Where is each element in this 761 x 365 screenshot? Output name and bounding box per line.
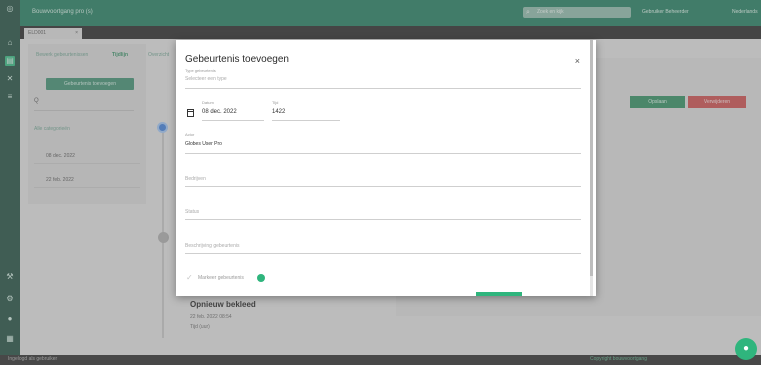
info-icon[interactable] [257,274,265,282]
calendar-icon[interactable] [187,109,194,117]
dialog-scrollbar-thumb[interactable] [590,40,593,276]
mark-event-checkbox[interactable]: ✓ [186,274,194,282]
date-value: 08 dec. 2022 [202,109,237,115]
time-label: Tijd [272,100,279,105]
description-field[interactable]: Beschrijving gebeurtenis [185,237,581,254]
event-type-select[interactable]: Type gebeurtenis Selecteer een type [185,66,581,89]
chat-icon[interactable]: ● [735,338,757,360]
add-event-dialog: Gebeurtenis toevoegen × Type gebeurtenis… [176,40,596,296]
mark-event-label: Markeer gebeurtenis [198,275,244,281]
actor-label: Actor [185,132,195,137]
date-label: Datum [202,100,214,105]
status-field[interactable]: Status [185,203,581,220]
time-value: 1422 [272,109,286,115]
actor-value: Globes User Pro [185,141,222,147]
status-placeholder: Status [185,209,200,215]
event-type-placeholder: Selecteer een type [185,76,227,82]
description-placeholder: Beschrijving gebeurtenis [185,243,240,249]
dialog-title: Gebeurtenis toevoegen [185,54,289,65]
actor-field[interactable]: Actor Globes User Pro [185,132,581,154]
close-icon[interactable]: × [575,56,580,66]
dialog-save-button[interactable] [476,292,522,296]
event-type-label: Type gebeurtenis [185,68,216,73]
companies-placeholder: Bedrijven [185,176,206,182]
date-field[interactable]: Datum 08 dec. 2022 [202,100,264,121]
time-field[interactable]: Tijd 1422 [272,100,340,121]
companies-field[interactable]: Bedrijven [185,170,581,187]
